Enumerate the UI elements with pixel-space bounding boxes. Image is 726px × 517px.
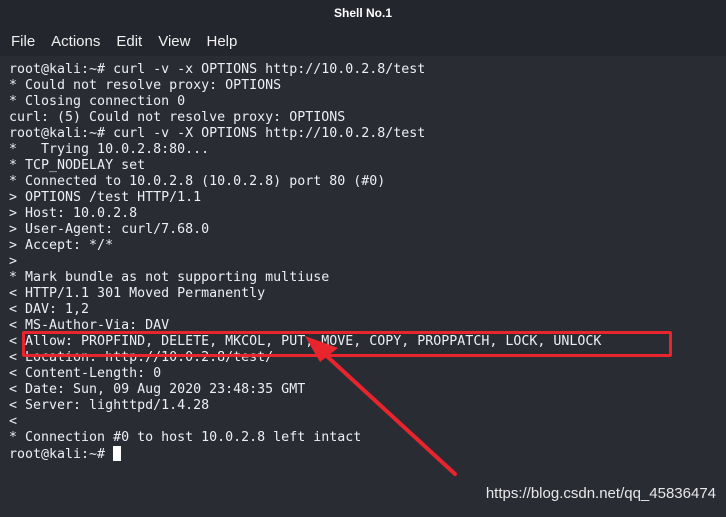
- terminal-line: * TCP_NODELAY set: [9, 158, 146, 173]
- menu-bar: File Actions Edit View Help: [0, 26, 726, 56]
- terminal-line: * Closing connection 0: [9, 94, 186, 109]
- terminal-line: < Server: lighttpd/1.4.28: [9, 398, 210, 413]
- terminal-line: > User-Agent: curl/7.68.0: [9, 222, 210, 237]
- terminal-line: > Accept: */*: [9, 238, 114, 253]
- terminal-output[interactable]: root@kali:~# curl -v -x OPTIONS http://1…: [9, 62, 726, 462]
- terminal-line: * Trying 10.0.2.8:80...: [9, 142, 210, 157]
- terminal-line: > Host: 10.0.2.8: [9, 206, 138, 221]
- prompt: root@kali:~#: [9, 447, 114, 462]
- terminal-line: curl: (5) Could not resolve proxy: OPTIO…: [9, 110, 346, 125]
- allow-header-highlight-box: [22, 331, 672, 357]
- terminal-line: * Connection #0 to host 10.0.2.8 left in…: [9, 430, 362, 445]
- menu-edit[interactable]: Edit: [108, 33, 150, 50]
- terminal-line: * Connected to 10.0.2.8 (10.0.2.8) port …: [9, 174, 386, 189]
- menu-actions[interactable]: Actions: [43, 33, 108, 50]
- menu-view[interactable]: View: [150, 33, 198, 50]
- watermark: https://blog.csdn.net/qq_45836474: [485, 485, 716, 502]
- terminal-line: < Content-Length: 0: [9, 366, 162, 381]
- terminal-line: >: [9, 254, 18, 269]
- terminal-line: root@kali:~# curl -v -x OPTIONS http://1…: [9, 62, 426, 77]
- terminal-line: * Could not resolve proxy: OPTIONS: [9, 78, 282, 93]
- terminal-line: < DAV: 1,2: [9, 302, 90, 317]
- menu-file[interactable]: File: [3, 33, 43, 50]
- terminal-line: > OPTIONS /test HTTP/1.1: [9, 190, 202, 205]
- terminal-prompt-line[interactable]: root@kali:~#: [9, 446, 726, 462]
- menu-help[interactable]: Help: [198, 33, 245, 50]
- window-title: Shell No.1: [0, 0, 726, 26]
- terminal-line: < Date: Sun, 09 Aug 2020 23:48:35 GMT: [9, 382, 306, 397]
- terminal-line: < HTTP/1.1 301 Moved Permanently: [9, 286, 266, 301]
- cursor: [113, 446, 122, 461]
- terminal-line: * Mark bundle as not supporting multiuse: [9, 270, 330, 285]
- terminal-line: <: [9, 414, 18, 429]
- terminal-line: root@kali:~# curl -v -X OPTIONS http://1…: [9, 126, 426, 141]
